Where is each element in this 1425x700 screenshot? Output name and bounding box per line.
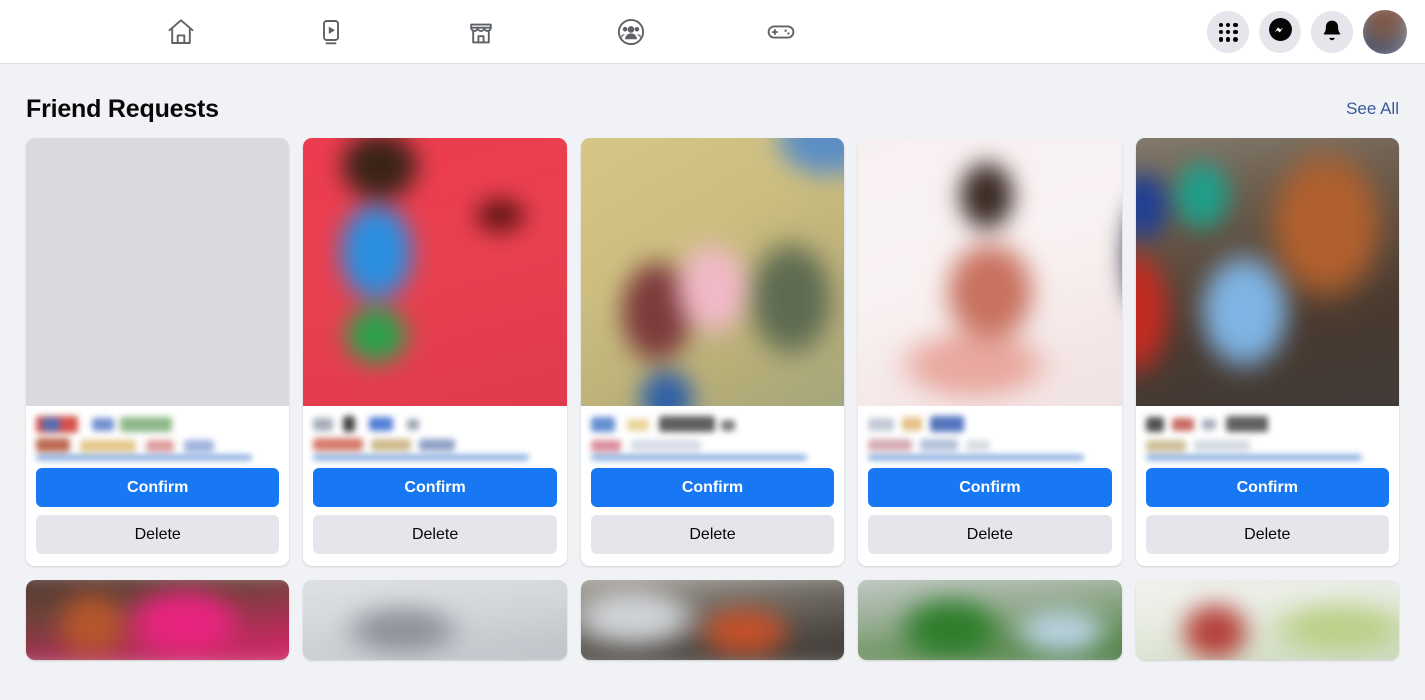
delete-button[interactable]: Delete [1145,515,1389,554]
request-photo-image [303,138,567,406]
nav-tab-gaming[interactable] [740,6,822,58]
friend-request-card: Confirm Delete [26,138,290,566]
friend-request-card: Confirm Delete [858,138,1122,566]
friend-request-card [858,580,1122,660]
friend-requests-page: Friend Requests See All Confirm Delete C… [0,64,1425,700]
request-photo-image [1135,580,1399,660]
request-photo[interactable] [858,580,1122,660]
request-photo[interactable] [1135,138,1399,406]
request-name [26,406,290,468]
request-actions: Confirm Delete [303,468,566,566]
video-icon [315,16,347,48]
top-navigation-bar [0,0,1425,64]
request-photo[interactable] [580,580,845,660]
delete-button[interactable]: Delete [590,515,835,554]
request-photo-image [580,580,845,660]
request-photo-image [26,580,290,660]
confirm-button[interactable]: Confirm [590,468,835,507]
friend-request-card [580,580,845,660]
nav-tab-marketplace[interactable] [440,6,522,58]
nav-tab-groups[interactable] [590,6,672,58]
confirm-button[interactable]: Confirm [36,468,280,507]
friend-request-card [303,580,567,660]
bell-icon [1320,18,1344,47]
redacted-name-text [313,414,556,460]
redacted-name-text [1145,414,1389,460]
request-photo[interactable] [1135,580,1399,660]
request-photo-image [580,138,845,406]
request-actions: Confirm Delete [1136,468,1399,566]
request-photo[interactable] [303,138,567,406]
request-photo-image [1135,138,1399,406]
grid-menu-icon [1218,22,1238,42]
request-photo-image [26,138,289,406]
friend-request-card [1135,580,1399,660]
request-photo[interactable] [580,138,845,406]
messenger-icon [1268,17,1293,47]
request-actions: Confirm Delete [581,468,844,566]
delete-button[interactable]: Delete [36,515,280,554]
section-header: Friend Requests See All [26,64,1399,124]
request-actions: Confirm Delete [26,468,289,566]
menu-button[interactable] [1207,11,1249,53]
profile-avatar[interactable] [1363,10,1407,54]
marketplace-icon [465,16,497,48]
request-photo-image [303,580,567,660]
friend-request-grid: Confirm Delete Confirm Delete Confirm De… [26,138,1399,566]
delete-button[interactable]: Delete [313,515,557,554]
header-actions [1207,0,1407,64]
request-photo[interactable] [858,138,1122,406]
request-photo[interactable] [26,580,290,660]
friend-request-card [26,580,290,660]
request-name [580,406,845,468]
redacted-name-text [36,414,279,460]
request-photo[interactable] [303,580,567,660]
request-photo-image [858,138,1122,406]
request-name [858,406,1122,468]
redacted-name-text [868,414,1111,460]
home-icon [165,16,197,48]
messenger-button[interactable] [1259,11,1301,53]
delete-button[interactable]: Delete [868,515,1112,554]
notifications-button[interactable] [1311,11,1353,53]
friend-request-card: Confirm Delete [1135,138,1399,566]
request-actions: Confirm Delete [858,468,1121,566]
friend-request-card: Confirm Delete [580,138,845,566]
request-photo-image [858,580,1122,660]
see-all-link[interactable]: See All [1346,99,1399,119]
nav-tab-watch[interactable] [290,6,372,58]
friend-request-grid-row-2 [26,580,1399,660]
redacted-name-text [590,414,834,460]
confirm-button[interactable]: Confirm [868,468,1112,507]
page-title: Friend Requests [26,94,219,123]
request-name [1135,406,1399,468]
request-name [303,406,567,468]
gaming-controller-icon [765,16,797,48]
request-photo[interactable] [26,138,290,406]
confirm-button[interactable]: Confirm [1145,468,1389,507]
primary-nav-tabs [140,0,822,64]
nav-tab-home[interactable] [140,6,222,58]
avatar-image [1363,10,1407,54]
friend-request-card: Confirm Delete [303,138,567,566]
confirm-button[interactable]: Confirm [313,468,557,507]
groups-icon [615,16,647,48]
